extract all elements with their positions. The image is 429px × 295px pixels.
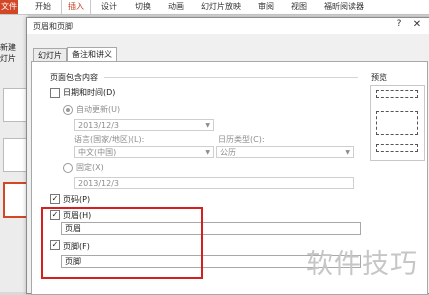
- file-tab[interactable]: 文件: [0, 0, 18, 14]
- tab-foxit-reader[interactable]: 福昕阅读器: [324, 0, 364, 14]
- tab-transitions[interactable]: 切换: [135, 0, 151, 14]
- date-time-label: 日期和时间(D): [63, 88, 116, 97]
- language-value: 中文(中国): [78, 148, 117, 157]
- fixed-radio[interactable]: [63, 163, 73, 173]
- chevron-down-icon: ▼: [345, 149, 350, 156]
- section-divider: [104, 77, 358, 78]
- dialog-titlebar: [27, 18, 429, 34]
- radio-dot: [66, 108, 70, 112]
- tab-home[interactable]: 开始: [35, 0, 51, 14]
- tab-design[interactable]: 设计: [101, 0, 117, 14]
- close-icon[interactable]: ✕: [411, 19, 423, 32]
- auto-update-date-value: 2013/12/3: [78, 121, 120, 130]
- fixed-date-value: 2013/12/3: [78, 179, 120, 188]
- calendar-select[interactable]: 公历 ▼: [216, 146, 354, 158]
- preview-header-placeholder: [376, 90, 418, 98]
- new-slide-label[interactable]: 新建: [0, 42, 16, 53]
- fixed-date-input[interactable]: 2013/12/3: [74, 177, 354, 189]
- tab-animations[interactable]: 动画: [168, 0, 184, 14]
- highlight-box: [41, 207, 203, 279]
- language-label: 语言(国家/地区)(L):: [74, 135, 145, 144]
- calendar-label: 日历类型(C):: [218, 135, 265, 144]
- tab-insert[interactable]: 插入: [61, 0, 91, 14]
- language-select[interactable]: 中文(中国) ▼: [74, 146, 214, 158]
- auto-update-label: 自动更新(U): [76, 105, 121, 114]
- tab-slideshow[interactable]: 幻灯片放映: [201, 0, 241, 14]
- preview-footer-placeholder: [376, 144, 418, 152]
- tab-review[interactable]: 审阅: [258, 0, 274, 14]
- date-time-checkbox[interactable]: [50, 88, 60, 98]
- chevron-down-icon: ▼: [205, 149, 210, 156]
- page-number-label: 页码(P): [63, 195, 91, 204]
- slide-thumbnail[interactable]: [3, 138, 27, 172]
- help-icon[interactable]: ?: [393, 19, 405, 32]
- preview-content-placeholder: [376, 111, 418, 135]
- page-number-checkbox[interactable]: ✓: [50, 194, 60, 204]
- calendar-value: 公历: [220, 148, 236, 157]
- preview-title: 预览: [371, 73, 387, 82]
- dialog-title: 页眉和页脚: [33, 22, 73, 31]
- slide-thumbnail[interactable]: [3, 88, 27, 122]
- fixed-label: 固定(X): [76, 163, 104, 172]
- tab-view[interactable]: 视图: [291, 0, 307, 14]
- watermark-text: 软件技巧: [306, 249, 418, 280]
- preview-frame: [370, 85, 425, 161]
- auto-update-radio[interactable]: [63, 105, 73, 115]
- auto-update-date-select[interactable]: 2013/12/3 ▼: [74, 119, 214, 131]
- section-title: 页面包含内容: [50, 73, 98, 82]
- new-slide-label-2[interactable]: 灯片: [0, 53, 16, 64]
- chevron-down-icon: ▼: [205, 122, 210, 129]
